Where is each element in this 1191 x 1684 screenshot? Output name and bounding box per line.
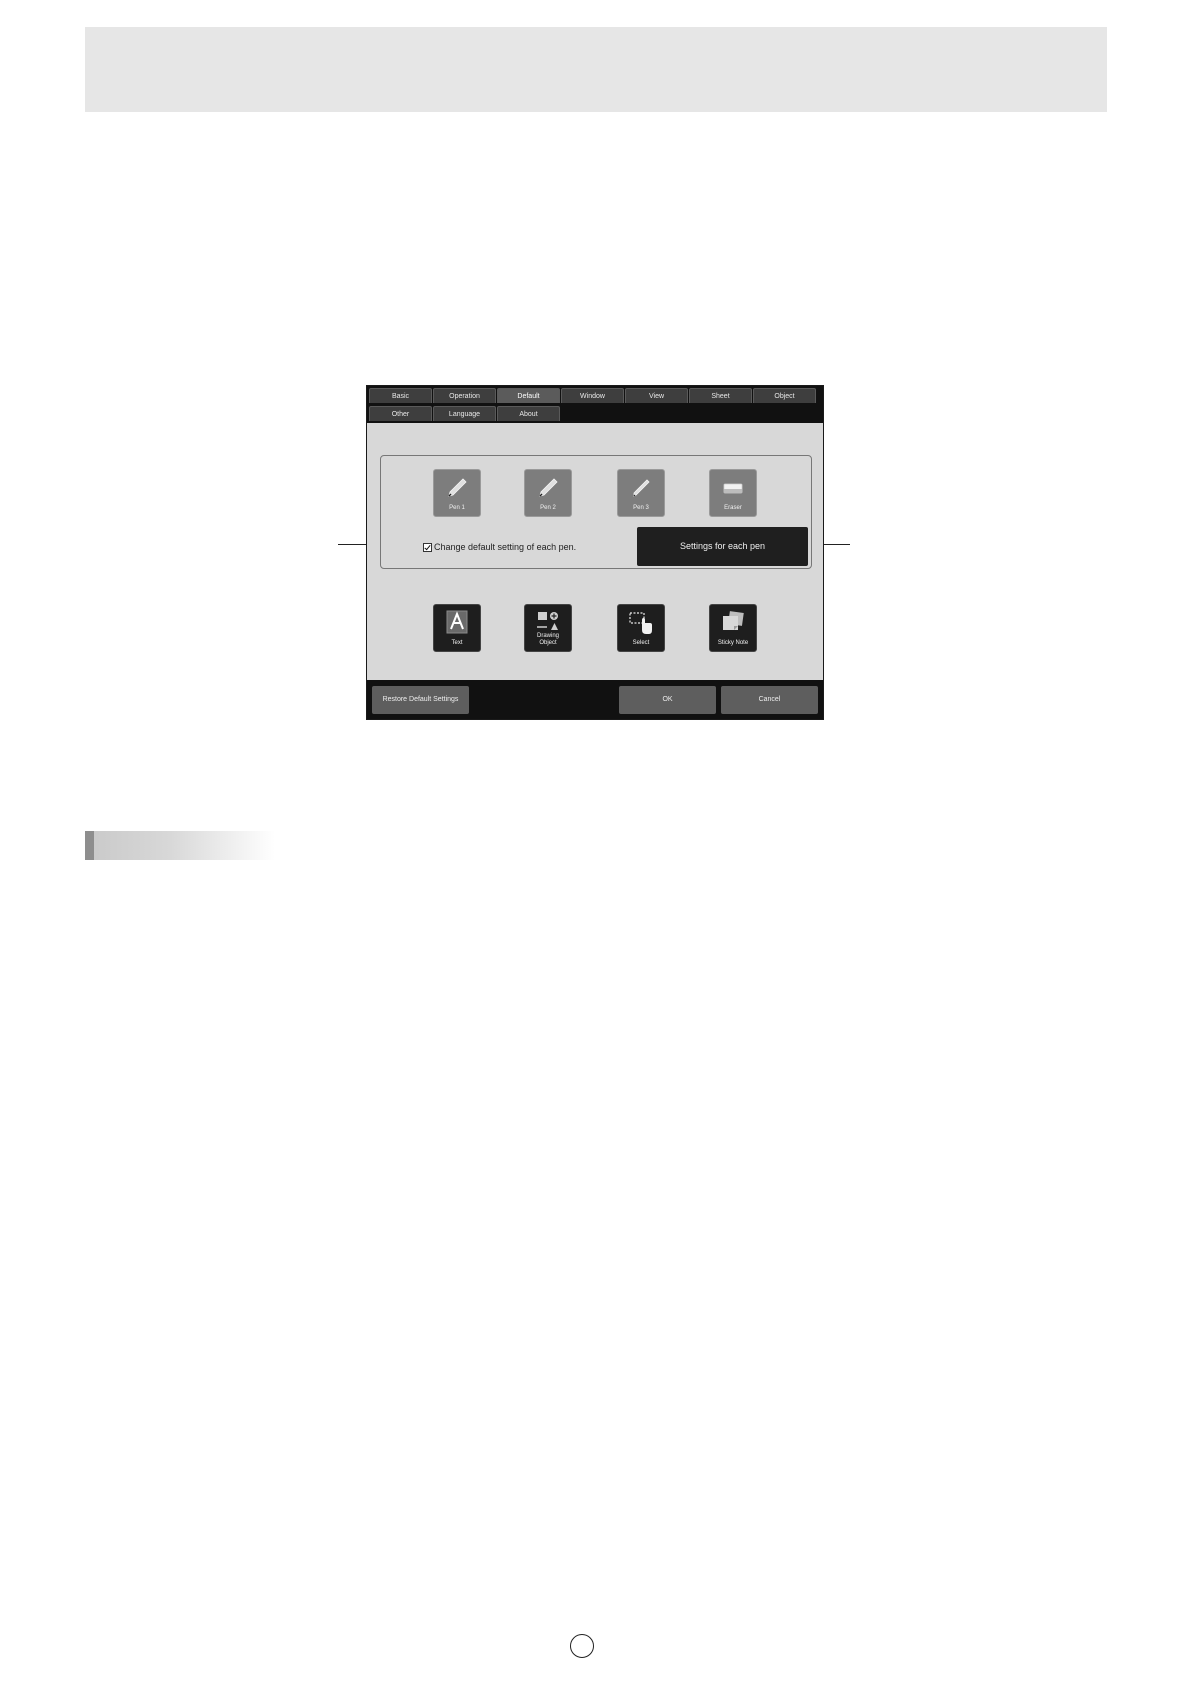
- pen-icon: [448, 478, 467, 497]
- select-tool-label: Select: [632, 640, 650, 646]
- pen-2-label: Pen 2: [540, 505, 556, 511]
- sticky-note-label: Sticky Note: [717, 640, 749, 646]
- drawing-object-button[interactable]: Drawing Object: [524, 604, 572, 652]
- text-icon: [446, 610, 468, 634]
- pen-3-button[interactable]: Pen 3: [617, 469, 665, 517]
- tab-operation[interactable]: Operation: [433, 388, 496, 403]
- select-tool-button[interactable]: Select: [617, 604, 665, 652]
- change-default-pen-checkbox[interactable]: [423, 543, 432, 552]
- tab-sheet[interactable]: Sheet: [689, 388, 752, 403]
- pen-1-button[interactable]: Pen 1: [433, 469, 481, 517]
- tab-about[interactable]: About: [497, 406, 560, 421]
- change-default-pen-label: Change default setting of each pen.: [434, 542, 577, 552]
- sticky-note-icon: [723, 611, 744, 630]
- drawing-object-label-line2: Object: [539, 640, 557, 646]
- tab-other[interactable]: Other: [369, 406, 432, 421]
- pen-1-label: Pen 1: [449, 505, 465, 511]
- eraser-icon: [723, 483, 743, 494]
- text-tool-button[interactable]: Text: [433, 604, 481, 652]
- settings-for-each-pen-button[interactable]: Settings for each pen: [637, 527, 808, 566]
- restore-default-settings-button[interactable]: Restore Default Settings: [372, 686, 469, 714]
- tab-view[interactable]: View: [625, 388, 688, 403]
- tab-language[interactable]: Language: [433, 406, 496, 421]
- section-heading-bar: [85, 831, 275, 860]
- tab-basic[interactable]: Basic: [369, 388, 432, 403]
- tab-window[interactable]: Window: [561, 388, 624, 403]
- tab-default[interactable]: Default: [497, 388, 560, 403]
- sticky-note-button[interactable]: Sticky Note: [709, 604, 757, 652]
- select-icon: [629, 612, 652, 634]
- pen-2-button[interactable]: Pen 2: [524, 469, 572, 517]
- text-tool-label: Text: [451, 640, 463, 646]
- header-band: [85, 27, 1107, 112]
- ok-button[interactable]: OK: [619, 686, 716, 714]
- eraser-label: Eraser: [724, 505, 742, 511]
- page-marker-circle: [570, 1634, 594, 1658]
- pen-icon: [633, 479, 650, 497]
- tab-bar: Basic Operation Default Window View Shee…: [367, 386, 823, 423]
- cancel-button[interactable]: Cancel: [721, 686, 818, 714]
- dialog-footer: Restore Default Settings OK Cancel: [367, 680, 823, 719]
- drawing-object-icon: [537, 612, 558, 630]
- settings-dialog: Basic Operation Default Window View Shee…: [366, 385, 824, 720]
- tab-object[interactable]: Object: [753, 388, 816, 403]
- pen-3-label: Pen 3: [633, 505, 649, 511]
- pen-icon: [539, 478, 558, 497]
- drawing-object-label-line1: Drawing: [536, 633, 559, 639]
- drawing-object-label: Drawing Object: [525, 633, 571, 647]
- eraser-button[interactable]: Eraser: [709, 469, 757, 517]
